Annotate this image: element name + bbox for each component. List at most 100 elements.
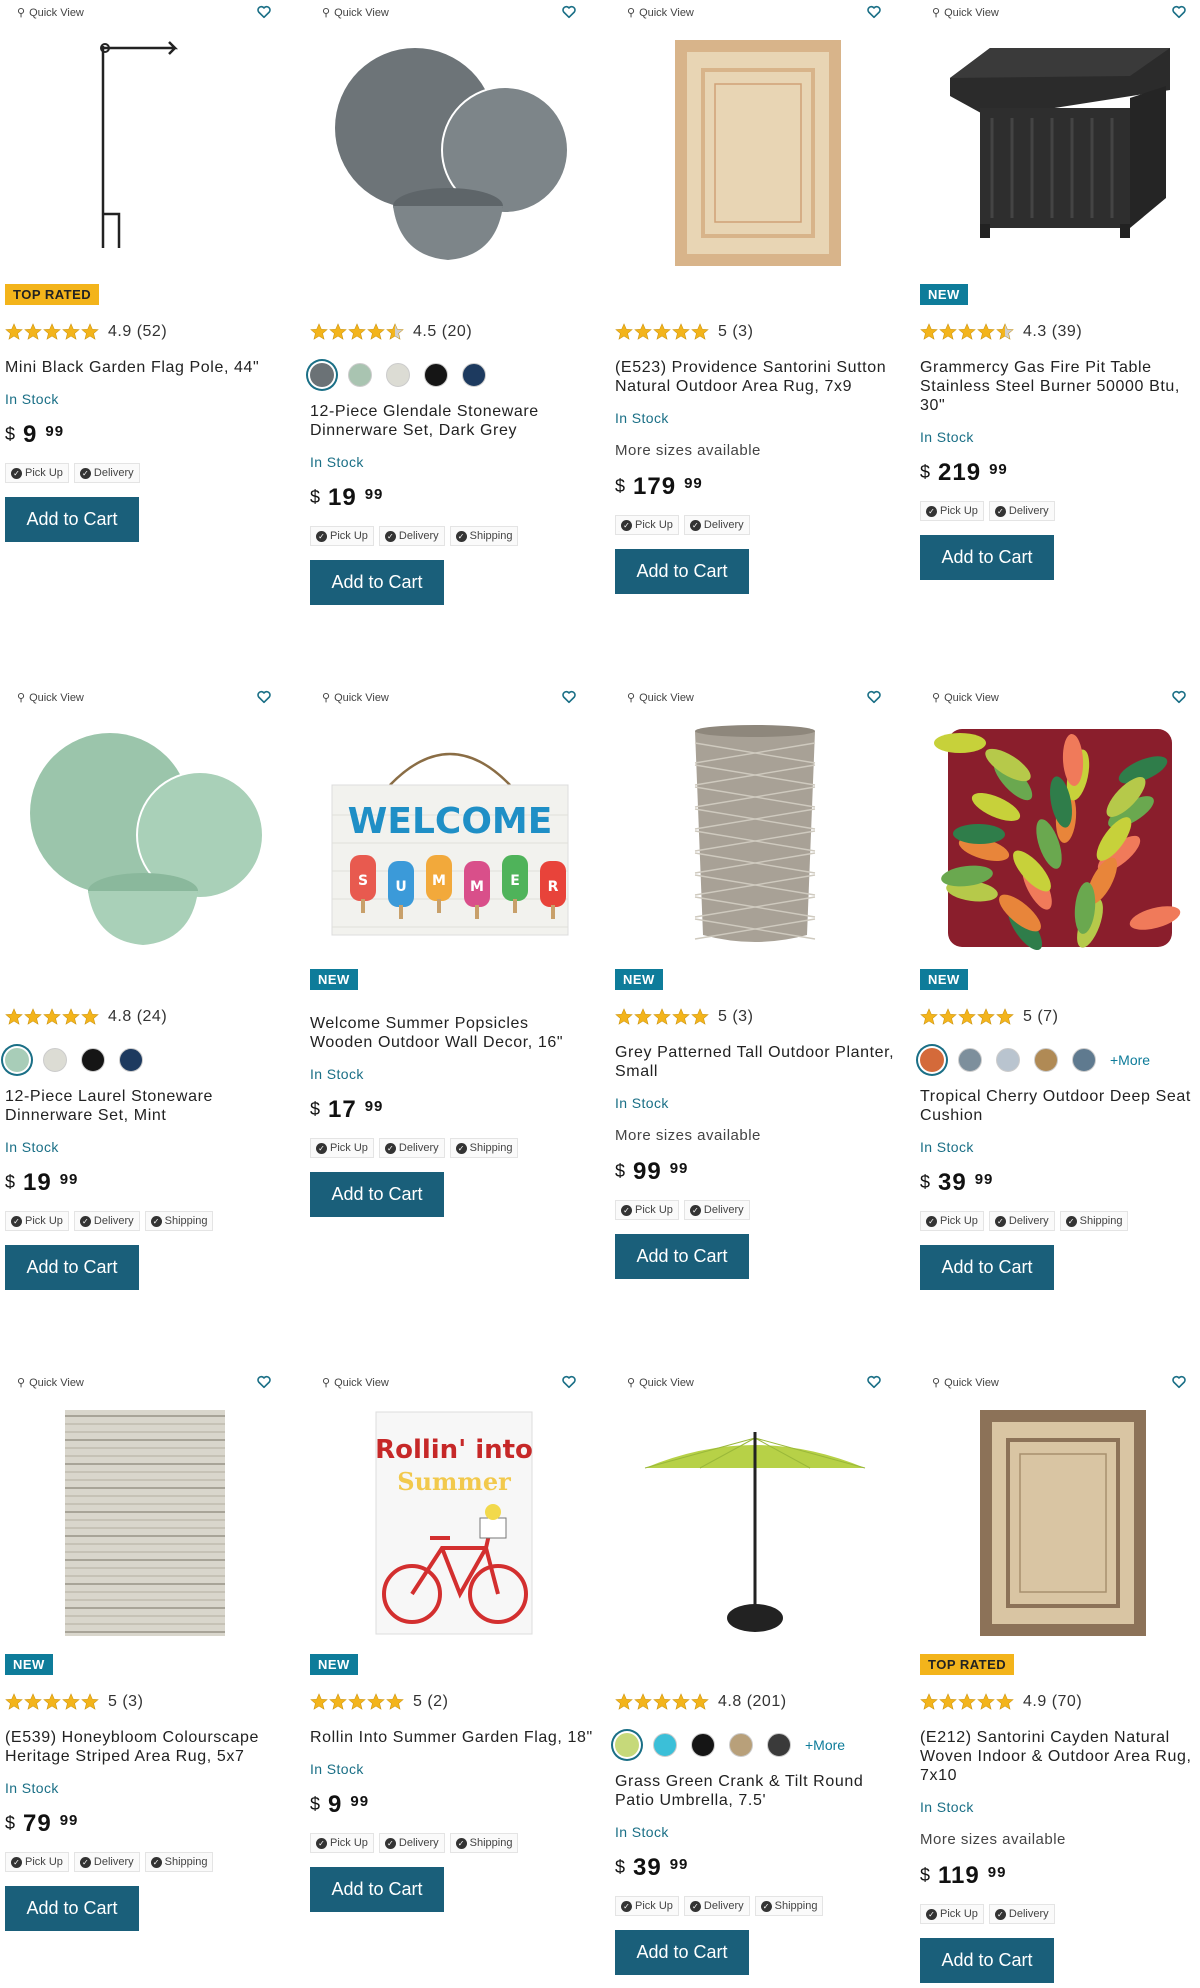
fulfillment-chip-pick-up[interactable]: ✓ Pick Up	[615, 1896, 679, 1916]
wishlist-heart-icon[interactable]	[256, 689, 272, 705]
quick-view-button[interactable]: ⚲ Quick View	[932, 6, 999, 20]
fulfillment-chip-pick-up[interactable]: ✓ Pick Up	[920, 501, 984, 521]
quick-view-button[interactable]: ⚲ Quick View	[627, 1376, 694, 1390]
wishlist-heart-icon[interactable]	[866, 689, 882, 705]
rating[interactable]: 4.9 (70)	[920, 1690, 1200, 1714]
color-swatch[interactable]	[729, 1733, 753, 1757]
product-title[interactable]: Grammercy Gas Fire Pit Table Stainless S…	[920, 358, 1200, 415]
product-image-box[interactable]	[915, 30, 1200, 276]
color-swatch[interactable]	[43, 1048, 67, 1072]
add-to-cart-button[interactable]: Add to Cart	[5, 497, 139, 542]
product-image-box[interactable]	[0, 715, 290, 961]
product-image[interactable]	[930, 38, 1190, 268]
fulfillment-chip-delivery[interactable]: ✓ Delivery	[73, 1852, 140, 1872]
rating[interactable]: 4.8 (24)	[5, 1005, 290, 1029]
add-to-cart-button[interactable]: Add to Cart	[5, 1245, 139, 1290]
color-swatch[interactable]	[348, 363, 372, 387]
product-title[interactable]: Grass Green Crank & Tilt Round Patio Umb…	[615, 1772, 900, 1810]
product-image-box[interactable]: WELCOME S U M M E R	[305, 715, 595, 961]
product-image-box[interactable]	[915, 715, 1200, 961]
quick-view-button[interactable]: ⚲ Quick View	[932, 1376, 999, 1390]
fulfillment-chip-delivery[interactable]: ✓ Delivery	[73, 463, 140, 483]
wishlist-heart-icon[interactable]	[561, 689, 577, 705]
product-card[interactable]: ⚲ Quick View NEW 4.3 (39) Grammercy Gas Fire…	[915, 0, 1200, 680]
fulfillment-chip-pick-up[interactable]: ✓ Pick Up	[5, 1211, 69, 1231]
product-image-box[interactable]	[610, 1400, 900, 1646]
wishlist-heart-icon[interactable]	[561, 1374, 577, 1390]
quick-view-button[interactable]: ⚲ Quick View	[17, 1376, 84, 1390]
product-card[interactable]: ⚲ Quick View 5 (3) (E523) Providence Santor…	[610, 0, 900, 680]
product-image-box[interactable]	[610, 30, 900, 276]
quick-view-button[interactable]: ⚲ Quick View	[17, 6, 84, 20]
product-image[interactable]: WELCOME S U M M E R	[320, 723, 580, 953]
fulfillment-chip-delivery[interactable]: ✓ Delivery	[378, 1138, 445, 1158]
product-title[interactable]: (E212) Santorini Cayden Natural Woven In…	[920, 1728, 1200, 1785]
rating[interactable]: 5 (7)	[920, 1005, 1200, 1029]
fulfillment-chip-shipping[interactable]: ✓ Shipping	[144, 1211, 214, 1231]
color-swatch[interactable]	[615, 1733, 639, 1757]
product-title[interactable]: Welcome Summer Popsicles Wooden Outdoor …	[310, 1014, 595, 1052]
color-swatch[interactable]	[691, 1733, 715, 1757]
product-image-box[interactable]	[610, 715, 900, 961]
color-swatch[interactable]	[767, 1733, 791, 1757]
wishlist-heart-icon[interactable]	[1171, 4, 1187, 20]
quick-view-button[interactable]: ⚲ Quick View	[322, 691, 389, 705]
product-card[interactable]: ⚲ Quick View TOP RATED 4.9 (70) (E212) Santo…	[915, 1370, 1200, 1988]
fulfillment-chip-delivery[interactable]: ✓ Delivery	[683, 1896, 750, 1916]
product-image[interactable]	[15, 723, 275, 953]
product-image-box[interactable]: Rollin' into Summer	[305, 1400, 595, 1646]
add-to-cart-button[interactable]: Add to Cart	[920, 1245, 1054, 1290]
wishlist-heart-icon[interactable]	[256, 4, 272, 20]
fulfillment-chip-pick-up[interactable]: ✓ Pick Up	[5, 1852, 69, 1872]
rating[interactable]: 4.5 (20)	[310, 320, 595, 344]
add-to-cart-button[interactable]: Add to Cart	[615, 1234, 749, 1279]
fulfillment-chip-pick-up[interactable]: ✓ Pick Up	[310, 1833, 374, 1853]
color-swatch[interactable]	[1034, 1048, 1058, 1072]
color-swatch[interactable]	[1072, 1048, 1096, 1072]
fulfillment-chip-shipping[interactable]: ✓ Shipping	[144, 1852, 214, 1872]
product-image[interactable]	[930, 723, 1190, 953]
fulfillment-chip-delivery[interactable]: ✓ Delivery	[378, 526, 445, 546]
fulfillment-chip-pick-up[interactable]: ✓ Pick Up	[310, 1138, 374, 1158]
product-title[interactable]: Grey Patterned Tall Outdoor Planter, Sma…	[615, 1043, 900, 1081]
add-to-cart-button[interactable]: Add to Cart	[310, 1172, 444, 1217]
product-card[interactable]: ⚲ Quick View TOP RATED 4.9 (52) Mini Black G…	[0, 0, 290, 680]
fulfillment-chip-delivery[interactable]: ✓ Delivery	[378, 1833, 445, 1853]
add-to-cart-button[interactable]: Add to Cart	[310, 1867, 444, 1912]
quick-view-button[interactable]: ⚲ Quick View	[627, 691, 694, 705]
fulfillment-chip-shipping[interactable]: ✓ Shipping	[754, 1896, 824, 1916]
add-to-cart-button[interactable]: Add to Cart	[5, 1886, 139, 1931]
fulfillment-chip-pick-up[interactable]: ✓ Pick Up	[920, 1904, 984, 1924]
color-swatch[interactable]	[5, 1048, 29, 1072]
wishlist-heart-icon[interactable]	[256, 1374, 272, 1390]
add-to-cart-button[interactable]: Add to Cart	[615, 1930, 749, 1975]
product-card[interactable]: ⚲ Quick View NEW 5 (3) Grey Patterned Tall O…	[610, 685, 900, 1365]
product-card[interactable]: ⚲ Quick View 4.5 (20) 12-Piece Glendale Sto…	[305, 0, 595, 680]
product-title[interactable]: Tropical Cherry Outdoor Deep Seat Cushio…	[920, 1087, 1200, 1125]
fulfillment-chip-pick-up[interactable]: ✓ Pick Up	[5, 463, 69, 483]
rating[interactable]: 5 (3)	[615, 1005, 900, 1029]
fulfillment-chip-delivery[interactable]: ✓ Delivery	[683, 515, 750, 535]
rating[interactable]: 4.8 (201)	[615, 1690, 900, 1714]
wishlist-heart-icon[interactable]	[1171, 689, 1187, 705]
product-image[interactable]	[320, 38, 580, 268]
product-card[interactable]: ⚲ Quick View WELCOME S U M M E R NEW Welcome Summe…	[305, 685, 595, 1365]
add-to-cart-button[interactable]: Add to Cart	[920, 535, 1054, 580]
product-image[interactable]	[15, 1408, 275, 1638]
fulfillment-chip-pick-up[interactable]: ✓ Pick Up	[920, 1211, 984, 1231]
fulfillment-chip-delivery[interactable]: ✓ Delivery	[73, 1211, 140, 1231]
color-swatch[interactable]	[81, 1048, 105, 1072]
fulfillment-chip-pick-up[interactable]: ✓ Pick Up	[310, 526, 374, 546]
wishlist-heart-icon[interactable]	[561, 4, 577, 20]
product-title[interactable]: (E539) Honeybloom Colourscape Heritage S…	[5, 1728, 290, 1766]
rating[interactable]: 4.3 (39)	[920, 320, 1200, 344]
quick-view-button[interactable]: ⚲ Quick View	[627, 6, 694, 20]
product-image-box[interactable]	[915, 1400, 1200, 1646]
fulfillment-chip-shipping[interactable]: ✓ Shipping	[449, 526, 519, 546]
fulfillment-chip-delivery[interactable]: ✓ Delivery	[988, 501, 1055, 521]
fulfillment-chip-delivery[interactable]: ✓ Delivery	[988, 1904, 1055, 1924]
product-title[interactable]: 12-Piece Laurel Stoneware Dinnerware Set…	[5, 1087, 290, 1125]
rating[interactable]: 4.9 (52)	[5, 320, 290, 344]
rating[interactable]: 5 (3)	[615, 320, 900, 344]
color-swatch[interactable]	[462, 363, 486, 387]
